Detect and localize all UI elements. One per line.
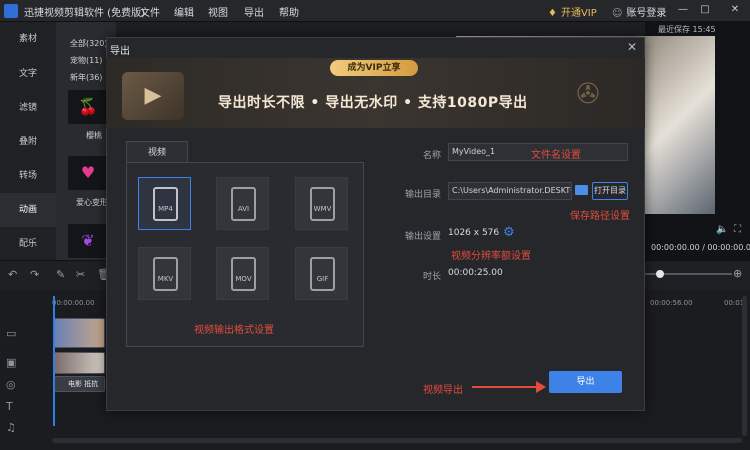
video-track-icon: ▭ bbox=[6, 327, 17, 340]
gear-icon[interactable]: ⚙ bbox=[503, 225, 515, 240]
timeline-scrollbar[interactable] bbox=[52, 438, 742, 443]
redo-icon[interactable]: ↷ bbox=[30, 268, 39, 281]
resolution-value: 1026 x 576 bbox=[448, 228, 500, 238]
nav-item-overlay[interactable]: 叠附 bbox=[0, 125, 56, 159]
time-readout: 00:00:00.00 / 00:00:00.00 bbox=[651, 243, 750, 252]
path-annotation: 保存路径设置 bbox=[570, 211, 630, 222]
fullscreen-icon[interactable]: ⛶ bbox=[734, 224, 741, 235]
menu-view[interactable]: 视图 bbox=[208, 4, 228, 19]
file-icon bbox=[310, 257, 335, 291]
app-logo bbox=[4, 4, 18, 18]
format-label: MOV bbox=[235, 275, 252, 283]
format-label: MKV bbox=[157, 275, 174, 283]
nav-item-transition[interactable]: 转场 bbox=[0, 159, 56, 193]
format-annotation: 视频输出格式设置 bbox=[194, 325, 274, 336]
menu-help[interactable]: 帮助 bbox=[279, 4, 299, 19]
effect-track-icon: ◎ bbox=[6, 378, 16, 391]
export-button[interactable]: 导出 bbox=[549, 371, 622, 393]
diamond-icon: ♦ bbox=[548, 8, 557, 19]
open-dir-button[interactable]: 打开目录 bbox=[592, 182, 628, 200]
playhead[interactable] bbox=[53, 296, 55, 426]
nav-item-material[interactable]: 素材 bbox=[0, 22, 56, 56]
format-mkv[interactable]: MKV bbox=[138, 247, 191, 300]
menu-edit[interactable]: 编辑 bbox=[174, 4, 194, 19]
format-label: MP4 bbox=[158, 205, 173, 213]
text-clip[interactable]: 电影 抵抗 bbox=[53, 376, 105, 392]
music-track-icon: ♫ bbox=[6, 421, 16, 434]
export-annotation: 视频导出 bbox=[423, 385, 463, 396]
media-item-label: 樱桃 bbox=[86, 131, 102, 140]
vip-label: 开通VIP bbox=[560, 8, 597, 19]
close-icon[interactable]: ✕ bbox=[627, 40, 637, 54]
undo-icon[interactable]: ↶ bbox=[8, 268, 17, 281]
duration-label: 时长 bbox=[422, 272, 441, 282]
camera-icon: ▶ bbox=[122, 72, 184, 120]
output-dir-input[interactable]: C:\Users\Administrator.DESKTOP- bbox=[448, 182, 572, 200]
heart-icon[interactable]: ♥ bbox=[68, 156, 108, 190]
dialog-title: 导出 bbox=[110, 46, 130, 57]
volume-icon[interactable]: 🔈 bbox=[716, 224, 728, 235]
name-label: 名称 bbox=[422, 151, 441, 161]
format-gif[interactable]: GIF bbox=[295, 247, 348, 300]
timeline-vscrollbar[interactable] bbox=[742, 296, 747, 436]
pip-track-icon: ▣ bbox=[6, 356, 17, 369]
duration-value: 00:00:25.00 bbox=[448, 268, 503, 278]
arrow-head-icon bbox=[536, 381, 546, 393]
file-icon bbox=[153, 257, 178, 291]
ruler-tick: 00:00:00.00 bbox=[52, 299, 95, 307]
format-avi[interactable]: AVI bbox=[216, 177, 269, 230]
menu-export[interactable]: 导出 bbox=[244, 4, 264, 19]
output-settings-label: 输出设置 bbox=[404, 232, 441, 242]
edit-icon[interactable]: ✎ bbox=[56, 268, 65, 281]
zoom-slider-handle[interactable] bbox=[656, 270, 664, 278]
category-all[interactable]: 全部(320) bbox=[70, 38, 108, 49]
app-title: 迅捷视频剪辑软件 (免费版) bbox=[24, 8, 145, 19]
zoom-in-icon[interactable]: ⊕ bbox=[733, 267, 742, 280]
nav-item-filter[interactable]: 滤镜 bbox=[0, 91, 56, 125]
nav-item-music[interactable]: 配乐 bbox=[0, 227, 56, 261]
video-clip[interactable] bbox=[53, 318, 105, 348]
category-newyear[interactable]: 新年(36) bbox=[70, 72, 102, 83]
maximize-icon[interactable]: □ bbox=[698, 3, 712, 17]
format-mp4[interactable]: MP4 bbox=[138, 177, 191, 230]
file-icon bbox=[231, 257, 256, 291]
feather-icon[interactable]: ❦ bbox=[68, 224, 108, 258]
vip-button[interactable]: ♦ 开通VIP bbox=[548, 4, 597, 19]
scissors-icon[interactable]: ✂ bbox=[76, 268, 85, 281]
output-dir-label: 输出目录 bbox=[404, 190, 441, 200]
media-item-label: 爱心变形 bbox=[76, 198, 108, 207]
folder-icon[interactable] bbox=[575, 185, 588, 195]
format-label: AVI bbox=[237, 205, 250, 213]
login-button[interactable]: ☺ 账号登录 bbox=[612, 4, 666, 19]
file-icon bbox=[153, 187, 178, 221]
login-label: 账号登录 bbox=[626, 8, 667, 19]
ruler-tick: 00:00:56.00 bbox=[650, 299, 693, 307]
tab-video[interactable]: 视频 bbox=[126, 141, 188, 163]
vip-pill: 成为VIP立享 bbox=[330, 60, 418, 76]
annotation-arrow bbox=[472, 386, 542, 388]
format-mov[interactable]: MOV bbox=[216, 247, 269, 300]
close-window-icon[interactable]: ✕ bbox=[728, 3, 742, 17]
cherry-icon[interactable]: 🍒 bbox=[68, 90, 108, 124]
resolution-annotation: 视频分辨率额设置 bbox=[451, 251, 531, 262]
save-status: 最近保存 15:45 bbox=[658, 25, 716, 34]
user-icon: ☺ bbox=[612, 8, 623, 19]
format-label: WMV bbox=[313, 205, 332, 213]
file-icon bbox=[231, 187, 256, 221]
category-pets[interactable]: 宠物(11) bbox=[70, 55, 102, 66]
minimize-icon[interactable]: — bbox=[676, 3, 690, 17]
nav-item-animation[interactable]: 动画 bbox=[0, 193, 56, 227]
name-annotation: 文件名设置 bbox=[531, 150, 581, 161]
banner-text: 导出时长不限 • 导出无水印 • 支持1080P导出 bbox=[218, 95, 528, 111]
text-track-icon: T bbox=[6, 400, 13, 413]
nav-item-text[interactable]: 文字 bbox=[0, 57, 56, 91]
pip-clip[interactable] bbox=[53, 352, 105, 374]
film-reel-icon: ✇ bbox=[576, 77, 600, 110]
format-label: GIF bbox=[316, 275, 329, 283]
format-wmv[interactable]: WMV bbox=[295, 177, 348, 230]
menu-file[interactable]: 文件 bbox=[140, 4, 160, 19]
file-icon bbox=[310, 187, 335, 221]
